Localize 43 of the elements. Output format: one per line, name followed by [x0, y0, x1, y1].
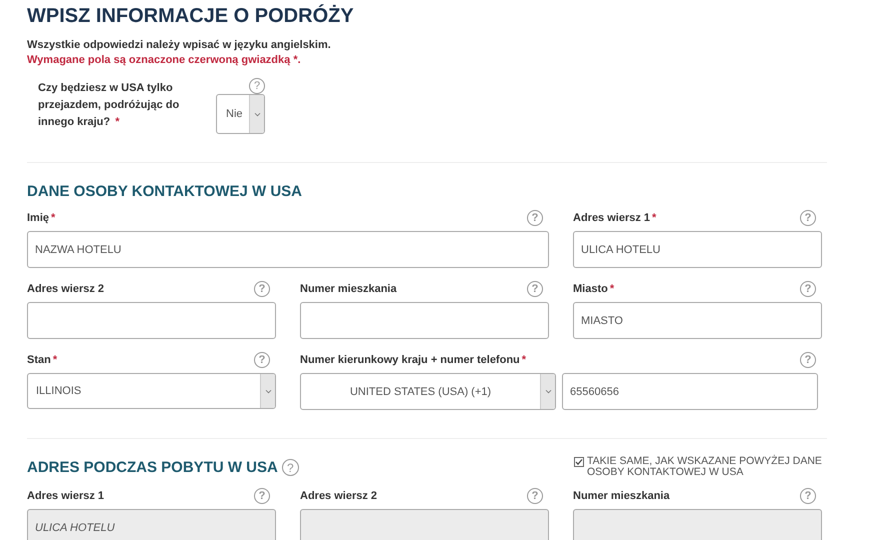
text-field[interactable]: ULICA HOTELU	[573, 231, 822, 268]
checkbox-label: TAKIE SAME, JAK WSKAZANE POWYŻEJ DANE OSOBY KONTAKTOWEJ W USA	[587, 456, 823, 478]
caret-icon	[264, 388, 272, 394]
text-field[interactable]	[300, 302, 549, 339]
field-label: Stan	[27, 354, 51, 366]
required-mark: *	[652, 212, 656, 224]
required-mark: *	[522, 354, 526, 366]
caret-icon	[544, 389, 552, 394]
help-icon[interactable]: ?	[800, 352, 816, 368]
field-label: Numer kierunkowy kraju + numer telefonu	[300, 354, 520, 366]
required-mark: *	[610, 283, 614, 295]
question-label: Czy będziesz w USA tylko przejazdem, podróżując do innego kraju? *	[38, 81, 180, 130]
field-label: Miasto	[573, 283, 608, 295]
required-mark: *	[51, 212, 56, 224]
field-label: Numer mieszkania	[300, 283, 397, 295]
help-icon[interactable]: ?	[254, 352, 270, 368]
required-mark: *	[52, 354, 58, 366]
text-field[interactable]	[27, 302, 276, 339]
field-label: Adres wiersz 2	[27, 283, 104, 295]
required-note: Wymagane pola są oznaczone czerwoną gwiazdką *.	[27, 53, 302, 68]
caret-icon	[254, 112, 260, 116]
help-icon[interactable]: ?	[282, 459, 299, 476]
section-heading: DANE OSOBY KONTAKTOWEJ W USA	[27, 183, 302, 200]
field-label: Imię	[27, 212, 50, 224]
transit-select[interactable]: Nie	[216, 94, 265, 134]
field-label: Adres wiersz 1	[27, 490, 104, 502]
page-title: WPISZ INFORMACJE O PODRÓŻY	[27, 5, 355, 28]
checkbox[interactable]	[574, 457, 584, 467]
section-heading: ADRES PODCZAS POBYTU W USA	[27, 459, 278, 476]
field-label: Adres wiersz 1	[573, 212, 650, 224]
text-field[interactable]: MIASTO	[573, 302, 822, 339]
help-icon[interactable]: ?	[800, 210, 816, 226]
intro-text: Wszystkie odpowiedzi należy wpisać w języku angielskim.	[27, 38, 332, 53]
text-field[interactable]: NAZWA HOTELU	[27, 231, 549, 268]
help-icon[interactable]: ?	[527, 281, 543, 297]
country-dropdown[interactable]: UNITED STATES (USA) (+1)	[300, 373, 556, 410]
help-icon[interactable]: ?	[800, 281, 816, 297]
field-label: Adres wiersz 2	[300, 490, 378, 502]
dropdown[interactable]: ILLINOIS	[27, 373, 276, 409]
help-icon[interactable]: ?	[527, 210, 543, 226]
phone-field[interactable]: 65560656	[562, 373, 818, 410]
field-label: Numer mieszkania	[573, 490, 670, 502]
help-icon[interactable]: ?	[254, 281, 270, 297]
